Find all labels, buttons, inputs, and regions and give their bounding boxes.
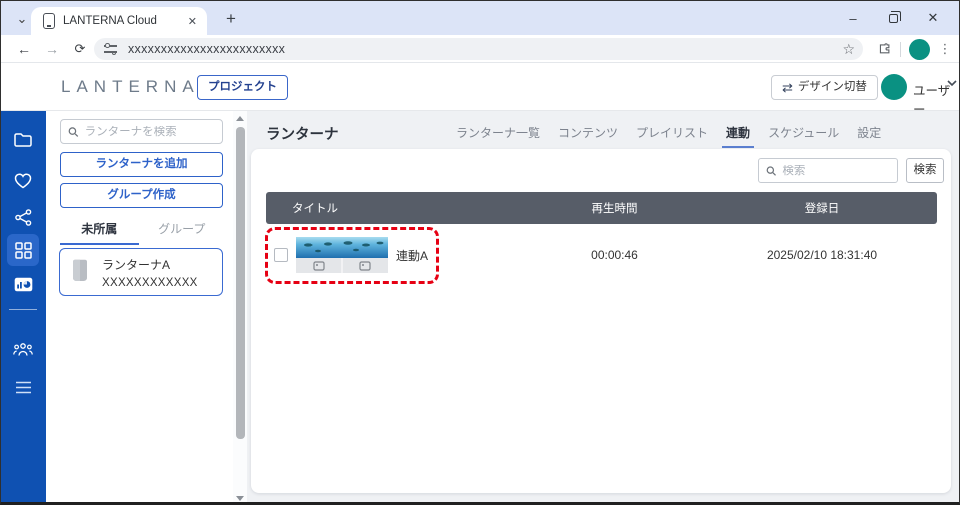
swap-arrows-icon: ⇄	[782, 76, 793, 99]
panel-tabs: 未所属 グループ	[58, 214, 223, 245]
search-icon	[766, 165, 776, 177]
phone-favicon-icon	[43, 13, 55, 29]
back-button[interactable]: ←	[13, 38, 35, 60]
sidebar-item-share[interactable]	[7, 201, 39, 233]
page-title: ランターナ	[266, 123, 339, 144]
logo-text: LANTERNA	[61, 77, 200, 97]
tab-search-chevron-icon[interactable]: ⌄	[11, 8, 33, 30]
row-title: 連動A	[396, 247, 428, 264]
app-header: LANTERNA cloud プロジェクト ⇄ デザイン切替 ユーザー	[1, 63, 959, 111]
lanterna-panel: ランターナを追加 グループ作成 未所属 グループ ランターナA XXXXXXXX…	[46, 111, 233, 505]
device-texts: ランターナA XXXXXXXXXXXX	[102, 256, 198, 289]
row-checkbox[interactable]	[274, 248, 288, 262]
restore-icon	[889, 14, 898, 23]
url-text[interactable]: xxxxxxxxxxxxxxxxxxxxxxxx	[128, 42, 838, 56]
grid-icon	[15, 242, 32, 259]
content-card: 検索 タイトル 再生時間 登録日	[251, 149, 951, 493]
sidebar-divider	[9, 309, 37, 310]
tab-group[interactable]: グループ	[141, 214, 224, 245]
browser-profile-avatar[interactable]	[909, 39, 930, 60]
icon-sidebar	[1, 111, 46, 505]
panel-search-box[interactable]	[60, 119, 223, 144]
tab-title: LANTERNA Cloud	[63, 15, 186, 27]
table-header: タイトル 再生時間 登録日	[266, 192, 937, 224]
design-switch-button[interactable]: ⇄ デザイン切替	[771, 75, 878, 100]
row-registered: 2025/02/10 18:31:40	[707, 248, 937, 262]
toolbar-divider	[900, 42, 901, 57]
project-button[interactable]: プロジェクト	[197, 75, 288, 100]
tab-playlist[interactable]: プレイリスト	[636, 124, 708, 148]
search-button[interactable]: 検索	[906, 158, 944, 183]
device-id: XXXXXXXXXXXX	[102, 277, 198, 289]
sidebar-item-lanterna[interactable]	[7, 234, 39, 266]
heart-icon	[14, 173, 32, 189]
forward-button[interactable]: →	[41, 38, 63, 60]
scroll-up-icon[interactable]	[236, 116, 244, 121]
tab-close-icon[interactable]: ✕	[186, 15, 199, 28]
reload-button[interactable]: ⟳	[69, 38, 91, 60]
browser-menu-icon[interactable]: ⋮	[937, 38, 953, 60]
chevron-down-icon[interactable]	[947, 80, 957, 87]
sidebar-item-list[interactable]	[7, 371, 39, 403]
restore-button[interactable]	[873, 1, 913, 35]
tab-unassigned[interactable]: 未所属	[58, 214, 141, 245]
minimize-button[interactable]: –	[833, 1, 873, 35]
browser-window: ⌄ LANTERNA Cloud ✕ + – ✕ ← → ⟳ xxxxxxxxx…	[0, 0, 960, 505]
add-lanterna-button[interactable]: ランターナを追加	[60, 152, 223, 177]
design-switch-label: デザイン切替	[798, 76, 867, 99]
user-avatar[interactable]	[881, 74, 907, 100]
scroll-down-icon[interactable]	[236, 496, 244, 501]
tab-settings[interactable]: 設定	[857, 124, 881, 148]
row-title-cell: 連動A	[266, 237, 522, 273]
tab-rendo[interactable]: 連動	[726, 124, 750, 148]
bookmark-star-icon[interactable]: ☆	[842, 41, 855, 58]
main-content: ランターナ ランターナ一覧 コンテンツ プレイリスト 連動 スケジュール 設定 …	[247, 111, 959, 505]
extensions-icon[interactable]	[877, 42, 892, 57]
column-title: タイトル	[266, 200, 522, 216]
tab-contents[interactable]: コンテンツ	[558, 124, 618, 148]
lanterna-device-card[interactable]: ランターナA XXXXXXXXXXXX	[59, 248, 223, 296]
row-duration: 00:00:46	[522, 248, 707, 262]
browser-tabstrip: ⌄ LANTERNA Cloud ✕ + – ✕	[1, 1, 959, 35]
device-name: ランターナA	[102, 256, 198, 273]
column-duration: 再生時間	[522, 200, 707, 216]
row-thumbnail[interactable]	[296, 237, 388, 273]
share-icon	[15, 209, 32, 226]
browser-tab[interactable]: LANTERNA Cloud ✕	[31, 7, 207, 35]
sidebar-item-analytics[interactable]	[7, 268, 39, 300]
create-group-button[interactable]: グループ作成	[60, 183, 223, 208]
lanterna-device-icon	[70, 259, 90, 285]
panel-scrollbar[interactable]	[233, 111, 247, 505]
people-icon	[13, 342, 33, 357]
site-settings-icon[interactable]	[104, 44, 118, 54]
folder-icon	[14, 132, 32, 147]
address-bar[interactable]: xxxxxxxxxxxxxxxxxxxxxxxx ☆	[94, 38, 863, 60]
search-icon	[68, 126, 79, 138]
window-controls: – ✕	[833, 1, 953, 35]
table-row[interactable]: 連動A 00:00:46 2025/02/10 18:31:40	[266, 224, 937, 286]
analytics-icon	[14, 277, 33, 292]
new-tab-button[interactable]: +	[219, 7, 243, 31]
tab-lanterna-list[interactable]: ランターナ一覧	[456, 124, 540, 148]
content-search-input[interactable]	[782, 165, 890, 177]
sidebar-item-folder[interactable]	[7, 123, 39, 155]
tab-schedule[interactable]: スケジュール	[768, 124, 839, 148]
sidebar-item-users[interactable]	[7, 333, 39, 365]
column-registered: 登録日	[707, 200, 937, 216]
sidebar-item-favorites[interactable]	[7, 165, 39, 197]
list-icon	[15, 381, 32, 394]
main-nav-tabs: ランターナ一覧 コンテンツ プレイリスト 連動 スケジュール 設定	[456, 124, 881, 148]
close-window-button[interactable]: ✕	[913, 1, 953, 35]
content-search-box[interactable]	[758, 158, 898, 183]
scrollbar-thumb[interactable]	[236, 127, 245, 439]
browser-toolbar: ← → ⟳ xxxxxxxxxxxxxxxxxxxxxxxx ☆ ⋮	[1, 35, 959, 63]
panel-search-input[interactable]	[85, 126, 215, 138]
